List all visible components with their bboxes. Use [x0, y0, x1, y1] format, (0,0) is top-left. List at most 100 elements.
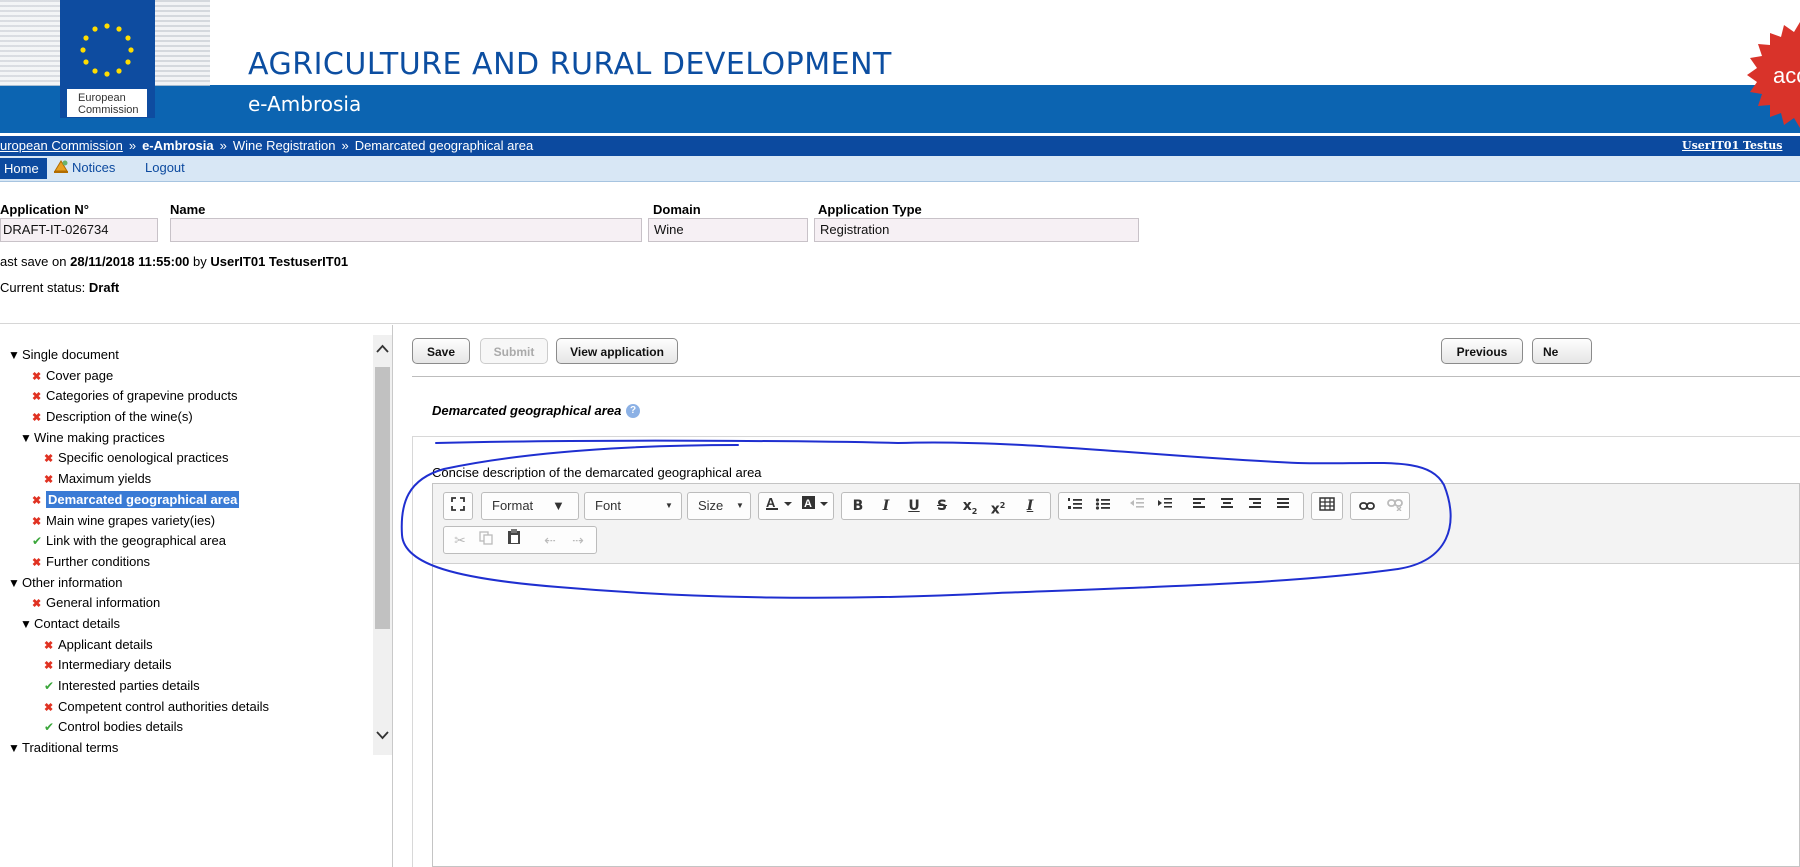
next-button[interactable]: Ne	[1532, 338, 1592, 364]
format-dropdown-chevron-icon: ▼	[552, 498, 565, 513]
tree-item[interactable]: ✖ Main wine grapes variety(ies)	[8, 511, 269, 532]
text-color-icon[interactable]: A	[761, 493, 797, 519]
error-cross-icon: ✖	[32, 515, 42, 528]
previous-button[interactable]: Previous	[1441, 338, 1523, 364]
align-right-icon[interactable]	[1243, 493, 1267, 519]
italic-icon[interactable]: I	[874, 493, 898, 519]
view-application-button[interactable]: View application	[556, 338, 678, 364]
bulleted-list-icon[interactable]	[1091, 493, 1115, 519]
scroll-up-chevron-icon[interactable]	[375, 341, 390, 357]
breadcrumb: uropean Commission » e-Ambrosia » Wine Regis…	[0, 136, 533, 156]
tree-item-label: General information	[46, 595, 161, 611]
tree-item[interactable]: ▼ Single document	[8, 345, 269, 366]
copy-icon[interactable]	[474, 527, 498, 553]
site-banner: European Commission AGRICULTURE AND RURA…	[0, 0, 1800, 133]
tree-item[interactable]: ✔ Interested parties details	[8, 676, 269, 697]
tree-item-label: Demarcated geographical area	[46, 490, 240, 508]
tree-item[interactable]: ✖ Further conditions	[8, 552, 269, 573]
remove-format-icon[interactable]: I	[1018, 493, 1042, 519]
tree-item-label: Description of the wine(s)	[46, 409, 193, 425]
numbered-list-icon[interactable]	[1063, 493, 1087, 519]
paragraph-group	[1058, 492, 1304, 520]
font-dropdown[interactable]: Font ▼	[584, 492, 682, 520]
tree-item[interactable]: ✖ Cover page	[8, 366, 269, 387]
tree-item-label: Interested parties details	[58, 678, 200, 693]
user-account-link[interactable]: UserIT01 Testus	[1682, 136, 1782, 156]
error-cross-icon: ✖	[32, 556, 42, 569]
format-dropdown-label: Format	[492, 498, 534, 513]
expand-triangle-icon: ▼	[20, 616, 32, 631]
tree-item[interactable]: ▼ Traditional terms	[8, 738, 269, 759]
menu-notices[interactable]: Notices	[52, 156, 115, 180]
tree-item[interactable]: ✖ Maximum yields	[8, 469, 269, 490]
tree-item[interactable]: ▼ Wine making practices	[8, 428, 269, 449]
breadcrumb-wine-registration[interactable]: Wine Registration	[233, 138, 336, 153]
app-name: e-Ambrosia	[248, 92, 362, 116]
cut-icon[interactable]: ✂	[448, 527, 472, 553]
error-cross-icon: ✖	[44, 701, 54, 714]
tree-item[interactable]: ✖ Specific oenological practices	[8, 448, 269, 469]
navigation-tree-panel: ▼ Single document ✖ Cover page ✖ Categories o…	[0, 335, 392, 867]
strikethrough-icon[interactable]: S	[930, 493, 954, 519]
link-icon[interactable]	[1355, 493, 1379, 519]
checkmark-icon: ✔	[44, 679, 55, 693]
paste-icon[interactable]	[502, 527, 526, 553]
tree-item[interactable]: ✔ Control bodies details	[8, 717, 269, 738]
tree-item[interactable]: ✖ Description of the wine(s)	[8, 407, 269, 428]
save-button[interactable]: Save	[412, 338, 470, 364]
application-number-field: DRAFT-IT-026734	[0, 218, 158, 242]
bold-icon[interactable]: B	[846, 493, 870, 519]
european-commission-logo[interactable]: European Commission	[60, 0, 155, 118]
font-dropdown-label: Font	[595, 498, 622, 513]
seal-text: acc	[1773, 63, 1800, 88]
maximize-icon[interactable]	[446, 493, 470, 519]
tree-item[interactable]: ✔ Link with the geographical area	[8, 531, 269, 552]
description-field-label: Concise description of the demarcated ge…	[432, 465, 762, 480]
table-icon[interactable]	[1315, 493, 1339, 519]
tree-item[interactable]: ✖ Competent control authorities details	[8, 697, 269, 718]
tree-item[interactable]: ✖ Applicant details	[8, 635, 269, 656]
background-color-icon[interactable]: A	[797, 493, 833, 519]
tree-item[interactable]: ✖ Intermediary details	[8, 655, 269, 676]
tree-item-label: Single document	[22, 347, 119, 362]
subscript-icon[interactable]: x2	[958, 493, 982, 519]
tree-item-label: Control bodies details	[58, 719, 184, 735]
breadcrumb-european-commission[interactable]: uropean Commission	[0, 138, 123, 153]
menu-home[interactable]: Home	[0, 158, 47, 179]
align-center-icon[interactable]	[1215, 493, 1239, 519]
tree-item[interactable]: ✖ General information	[8, 593, 269, 614]
tree-item-label: Categories of grapevine products	[46, 388, 238, 404]
tree-scrollbar[interactable]	[373, 335, 392, 755]
tree-item[interactable]: ▼ Contact details	[8, 614, 269, 635]
help-icon[interactable]: ?	[626, 404, 640, 418]
submit-button[interactable]: Submit	[480, 338, 548, 364]
superscript-icon[interactable]: x2	[986, 493, 1010, 519]
acceptance-environment-seal-icon: acc	[1747, 22, 1800, 128]
tree-item[interactable]: ✖ Categories of grapevine products	[8, 386, 269, 407]
indent-icon[interactable]	[1153, 493, 1177, 519]
outdent-icon[interactable]	[1125, 493, 1149, 519]
underline-icon[interactable]: U	[902, 493, 926, 519]
rich-text-editor[interactable]: Format ▼ Font ▼ Size ▼ A A B I U S x2 x2…	[432, 483, 1800, 867]
error-cross-icon: ✖	[32, 391, 42, 404]
font-dropdown-chevron-icon: ▼	[665, 501, 673, 510]
status-label: Current status:	[0, 280, 86, 295]
redo-icon[interactable]: ⇢	[566, 527, 590, 553]
logo-caption-line1: European	[78, 92, 126, 104]
breadcrumb-e-ambrosia[interactable]: e-Ambrosia	[142, 138, 214, 153]
format-dropdown[interactable]: Format ▼	[481, 492, 579, 520]
justify-icon[interactable]	[1271, 493, 1295, 519]
scroll-down-chevron-icon[interactable]	[375, 727, 390, 743]
undo-icon[interactable]: ⇠	[538, 527, 562, 553]
size-dropdown[interactable]: Size ▼	[687, 492, 751, 520]
main-menu: Home Notices Logout	[0, 156, 1800, 182]
tree-scroll-thumb[interactable]	[375, 367, 390, 629]
actions-divider	[412, 376, 1800, 377]
tree-item-label: Applicant details	[58, 636, 153, 652]
tree-item[interactable]: ✖ Demarcated geographical area	[8, 490, 269, 511]
align-left-icon[interactable]	[1187, 493, 1211, 519]
tree-item[interactable]: ▼ Other information	[8, 573, 269, 594]
menu-logout[interactable]: Logout	[145, 156, 185, 180]
tree-item-label: Intermediary details	[58, 657, 172, 673]
unlink-icon[interactable]	[1383, 493, 1407, 519]
